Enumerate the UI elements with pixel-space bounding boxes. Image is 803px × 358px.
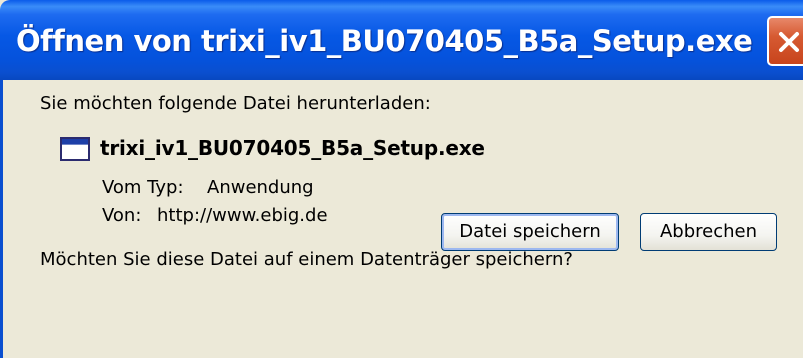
window-title: Öffnen von trixi_iv1_BU070405_B5a_Setup.… xyxy=(16,24,753,58)
download-dialog: Öffnen von trixi_iv1_BU070405_B5a_Setup.… xyxy=(0,0,803,358)
application-window-icon xyxy=(60,137,90,161)
close-button[interactable] xyxy=(767,16,803,66)
source-label: Von: xyxy=(102,205,142,226)
save-file-button[interactable]: Datei speichern xyxy=(441,213,619,251)
title-bar[interactable]: Öffnen von trixi_iv1_BU070405_B5a_Setup.… xyxy=(0,0,803,80)
type-value: Anwendung xyxy=(207,177,314,198)
cancel-button[interactable]: Abbrechen xyxy=(640,213,777,251)
close-icon xyxy=(779,32,799,52)
type-label: Vom Typ: xyxy=(102,177,184,198)
file-name: trixi_iv1_BU070405_B5a_Setup.exe xyxy=(100,136,485,160)
source-url: http://www.ebig.de xyxy=(157,205,328,226)
save-question: Möchten Sie diese Datei auf einem Datent… xyxy=(40,249,573,270)
download-prompt: Sie möchten folgende Datei herunterladen… xyxy=(40,93,431,114)
